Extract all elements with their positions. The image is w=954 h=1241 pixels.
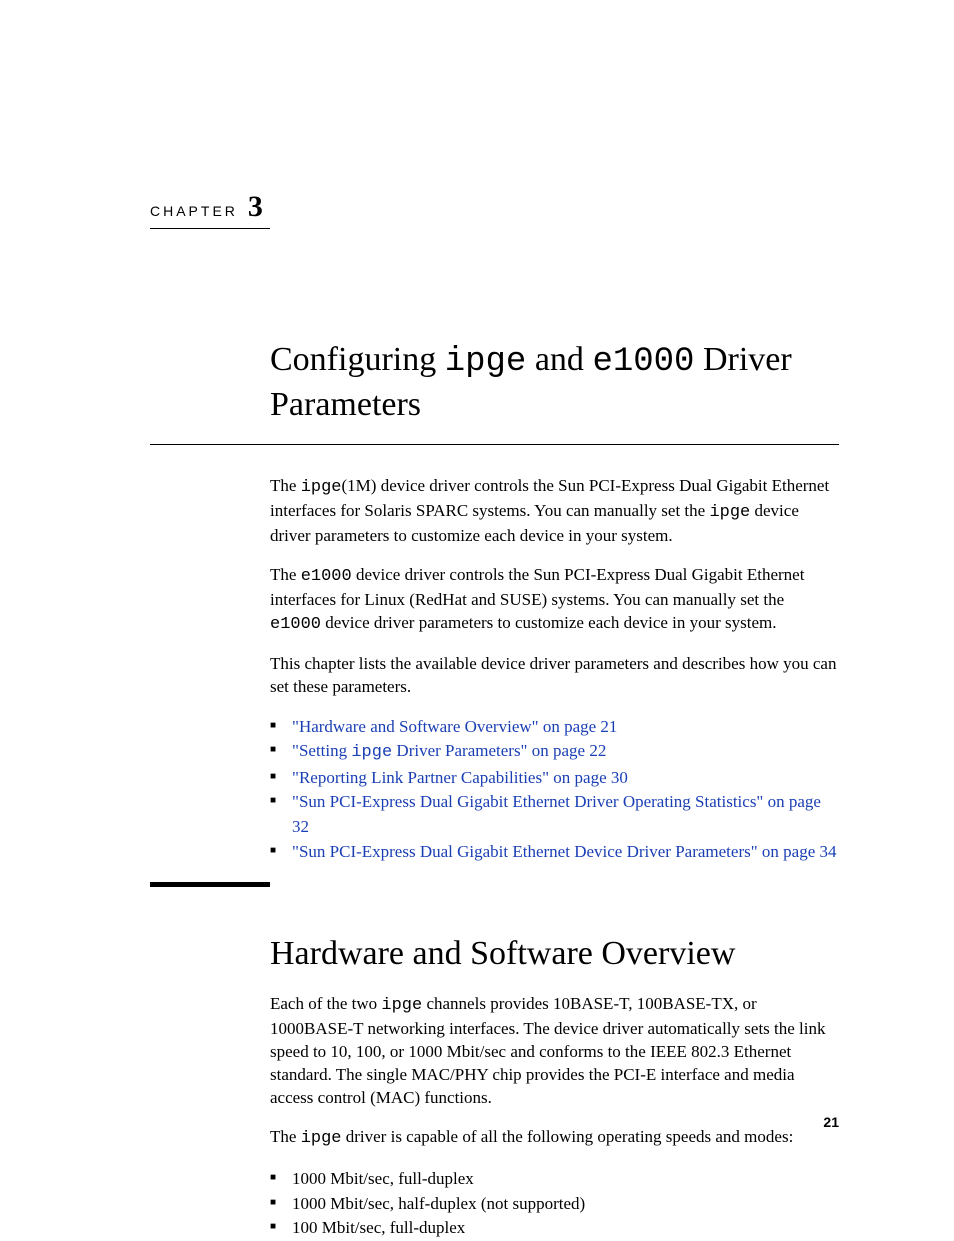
code-e1000: e1000 [301, 567, 352, 586]
xref-link[interactable]: "Setting ipge Driver Parameters" on page… [292, 741, 606, 760]
list-item: 100 Mbit/sec, full-duplex [270, 1216, 839, 1241]
list-item: "Sun PCI-Express Dual Gigabit Ethernet D… [270, 840, 839, 865]
xref-link[interactable]: "Sun PCI-Express Dual Gigabit Ethernet D… [292, 792, 821, 836]
toc-link-list: "Hardware and Software Overview" on page… [270, 715, 839, 865]
chapter-number: 3 [248, 190, 263, 224]
section-paragraph-1: Each of the two ipge channels provides 1… [270, 993, 839, 1110]
title-code-ipge: ipge [445, 343, 527, 381]
modes-list: 1000 Mbit/sec, full-duplex 1000 Mbit/sec… [270, 1167, 839, 1241]
code-ipge: ipge [301, 478, 342, 497]
intro-paragraph-2: The e1000 device driver controls the Sun… [270, 564, 839, 637]
section-marker-bar [150, 882, 270, 887]
page-number: 21 [823, 1114, 839, 1130]
list-item: "Setting ipge Driver Parameters" on page… [270, 739, 839, 766]
xref-link[interactable]: "Sun PCI-Express Dual Gigabit Ethernet D… [292, 842, 837, 861]
content-column: Configuring ipge and e1000 Driver Parame… [270, 339, 839, 426]
title-text: Configuring [270, 341, 445, 378]
intro-paragraph-1: The ipge(1M) device driver controls the … [270, 475, 839, 548]
chapter-label: CHAPTER 3 [150, 190, 839, 224]
chapter-rule [150, 228, 270, 229]
list-item: "Hardware and Software Overview" on page… [270, 715, 839, 740]
code-e1000: e1000 [270, 615, 321, 634]
title-code-e1000: e1000 [592, 343, 694, 381]
xref-link[interactable]: "Reporting Link Partner Capabilities" on… [292, 768, 628, 787]
list-item: 1000 Mbit/sec, full-duplex [270, 1167, 839, 1192]
intro-paragraph-3: This chapter lists the available device … [270, 653, 839, 699]
code-ipge: ipge [301, 1129, 342, 1148]
list-item: "Reporting Link Partner Capabilities" on… [270, 766, 839, 791]
code-ipge: ipge [709, 503, 750, 522]
title-text: and [526, 341, 592, 378]
xref-link[interactable]: "Hardware and Software Overview" on page… [292, 717, 617, 736]
page-title: Configuring ipge and e1000 Driver Parame… [270, 339, 839, 426]
chapter-word: CHAPTER [150, 203, 238, 219]
section-heading: Hardware and Software Overview [270, 935, 839, 973]
code-ipge: ipge [381, 996, 422, 1015]
list-item: 1000 Mbit/sec, half-duplex (not supporte… [270, 1192, 839, 1217]
list-item: "Sun PCI-Express Dual Gigabit Ethernet D… [270, 790, 839, 839]
title-rule [150, 444, 839, 445]
code-ipge: ipge [351, 743, 392, 762]
section-paragraph-2: The ipge driver is capable of all the fo… [270, 1126, 839, 1151]
